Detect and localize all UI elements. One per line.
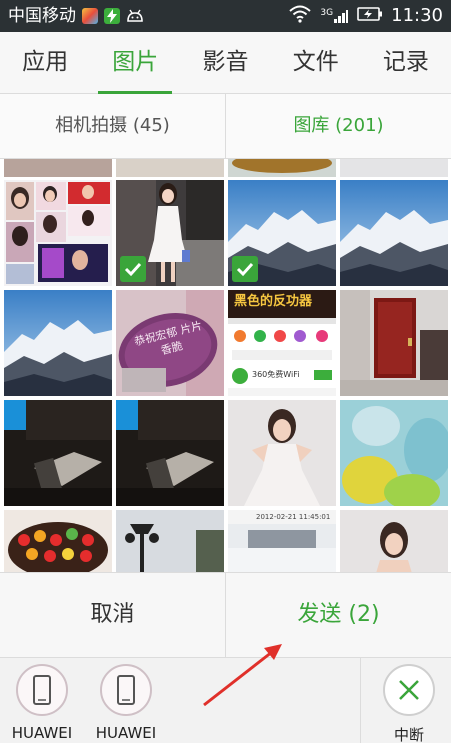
- network-type: 3G: [320, 8, 334, 18]
- carrier-name: 中国移动: [8, 6, 76, 26]
- device-name: HUAWEI: [95, 724, 157, 742]
- charging-notification-icon: [104, 8, 120, 24]
- photo-thumbnail[interactable]: 恭祝宏郁 片片香脆: [116, 290, 224, 396]
- gallery-notification-icon: [82, 8, 98, 24]
- photo-thumbnail[interactable]: [116, 400, 224, 506]
- partial-photo-row: [0, 159, 451, 177]
- share-target-device[interactable]: HUAWEI: [2, 664, 82, 742]
- photo-thumbnail[interactable]: [4, 290, 112, 396]
- cancel-button[interactable]: 取消: [0, 573, 225, 657]
- close-icon: [383, 664, 435, 716]
- photo-thumbnail[interactable]: [116, 180, 224, 286]
- selected-checkmark-icon: [120, 256, 146, 282]
- tab-history[interactable]: 记录: [361, 32, 451, 93]
- photo-thumbnail[interactable]: [228, 400, 336, 506]
- photo-thumbnail[interactable]: [340, 400, 448, 506]
- share-target-device[interactable]: HUAWEI: [86, 664, 166, 742]
- photo-thumbnail[interactable]: 2012-02-21 11:45:01: [228, 510, 336, 572]
- android-debug-icon: [126, 8, 143, 24]
- divider: [360, 658, 361, 743]
- selected-checkmark-icon: [232, 256, 258, 282]
- signal-icon: 3G: [320, 8, 349, 24]
- tab-media[interactable]: 影音: [180, 32, 270, 93]
- phone-icon: [16, 664, 68, 716]
- photo-thumbnail[interactable]: [228, 180, 336, 286]
- photo-thumbnail[interactable]: [4, 510, 112, 572]
- image-source-tabs: 相机拍摄 (45) 图库 (201): [0, 94, 451, 159]
- clock: 11:30: [391, 5, 443, 26]
- photo-thumbnail[interactable]: [4, 400, 112, 506]
- photo-grid: 恭祝宏郁 片片香脆 黑色的反功器 360免费WiFi 2012-02-21 11…: [0, 159, 451, 572]
- photo-caption: 黑色的反功器: [234, 294, 313, 309]
- tab-camera[interactable]: 相机拍摄 (45): [0, 94, 225, 158]
- send-button[interactable]: 发送 (2): [225, 573, 451, 657]
- share-target-bar: HUAWEI HUAWEI 中断: [0, 657, 451, 745]
- photo-thumbnail[interactable]: 黑色的反功器 360免费WiFi: [228, 290, 336, 396]
- device-name: HUAWEI: [11, 724, 73, 742]
- photo-caption: 360免费WiFi: [252, 370, 300, 379]
- tab-files[interactable]: 文件: [271, 32, 361, 93]
- stop-button[interactable]: 中断: [374, 664, 444, 745]
- category-tabs: 应用 图片 影音 文件 记录: [0, 32, 451, 94]
- photo-caption: 2012-02-21 11:45:01: [256, 513, 331, 521]
- photo-thumbnail[interactable]: [340, 290, 448, 396]
- tab-images[interactable]: 图片: [90, 32, 180, 94]
- photo-thumbnail[interactable]: [340, 510, 448, 572]
- phone-icon: [100, 664, 152, 716]
- battery-icon: [357, 6, 383, 26]
- photo-thumbnail[interactable]: [116, 510, 224, 572]
- photo-thumbnail[interactable]: [4, 180, 112, 286]
- tab-apps[interactable]: 应用: [0, 32, 90, 93]
- wifi-icon: [288, 5, 312, 27]
- photo-thumbnail[interactable]: [340, 180, 448, 286]
- action-bar: 取消 发送 (2): [0, 572, 451, 657]
- status-bar: 中国移动 3G 11:30: [0, 0, 451, 32]
- tab-gallery[interactable]: 图库 (201): [225, 94, 451, 158]
